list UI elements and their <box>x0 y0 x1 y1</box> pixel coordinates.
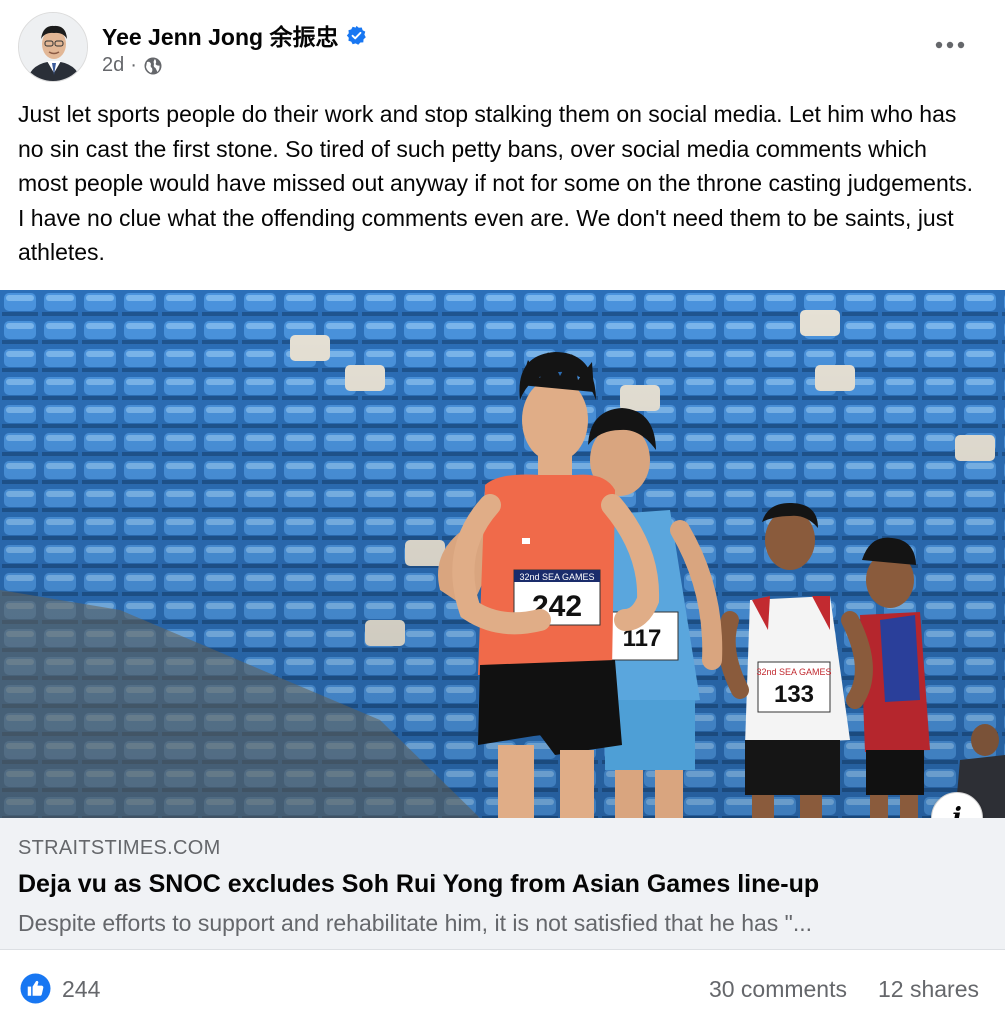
post-header: Yee Jenn Jong 余振忠 2d · <box>0 0 1005 96</box>
link-domain: STRAITSTIMES.COM <box>18 837 221 859</box>
bib-caption-242: 32nd SEA GAMES <box>519 572 594 582</box>
like-icon[interactable] <box>20 973 51 1004</box>
post-timestamp[interactable]: 2d <box>102 54 124 77</box>
link-description: Despite efforts to support and rehabilit… <box>18 910 813 936</box>
shares-count[interactable]: 12 shares <box>878 976 979 1003</box>
author-name-text[interactable]: Yee Jenn Jong 余振忠 <box>102 18 338 52</box>
comments-count[interactable]: 30 comments <box>709 976 847 1003</box>
post-body-text: Just let sports people do their work and… <box>18 101 974 265</box>
author-name[interactable]: Yee Jenn Jong 余振忠 <box>102 18 367 52</box>
verified-badge-icon <box>347 25 367 45</box>
link-preview[interactable]: STRAITSTIMES.COM Deja vu as SNOC exclude… <box>0 818 1005 950</box>
author-avatar[interactable] <box>18 12 88 82</box>
post-meta: 2d · <box>102 54 163 77</box>
link-title[interactable]: Deja vu as SNOC excludes Soh Rui Yong fr… <box>18 870 819 899</box>
engagement-stats: 244 30 comments 12 shares <box>0 950 1005 1024</box>
meta-separator: · <box>130 54 137 76</box>
bib-caption-133: 32nd SEA GAMES <box>756 667 831 677</box>
globe-icon[interactable] <box>143 56 163 76</box>
more-options-icon[interactable] <box>933 28 967 62</box>
shared-link-photo[interactable]: 32nd SEA GAMES 133 117 32nd SEA GAMES 24… <box>0 290 1005 818</box>
bib-number-133: 133 <box>774 681 814 708</box>
like-count[interactable]: 244 <box>62 976 100 1003</box>
